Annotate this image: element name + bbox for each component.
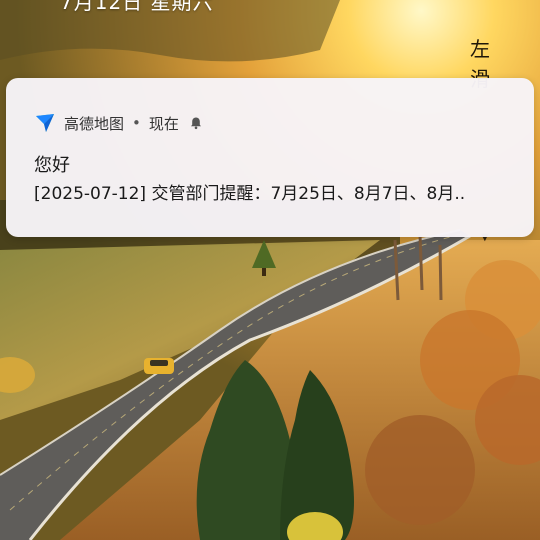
amap-navigation-arrow-icon	[34, 112, 56, 134]
notification-card[interactable]: 高德地图 • 现在 您好 [2025-07-12] 交管部门提醒：7月25日、8…	[6, 78, 534, 237]
notification-app-name: 高德地图	[64, 114, 125, 133]
swipe-hint-char-1: 左	[470, 37, 490, 61]
header-separator: •	[132, 114, 141, 132]
lockscreen-date: 7月12日 星期六	[60, 0, 214, 14]
notification-title: 您好	[34, 155, 70, 176]
notification-time: 现在	[148, 114, 179, 133]
notification-header: 高德地图 • 现在	[34, 112, 203, 134]
bell-icon	[189, 116, 203, 130]
notification-body: [2025-07-12] 交管部门提醒：7月25日、8月7日、8月..	[34, 184, 466, 204]
